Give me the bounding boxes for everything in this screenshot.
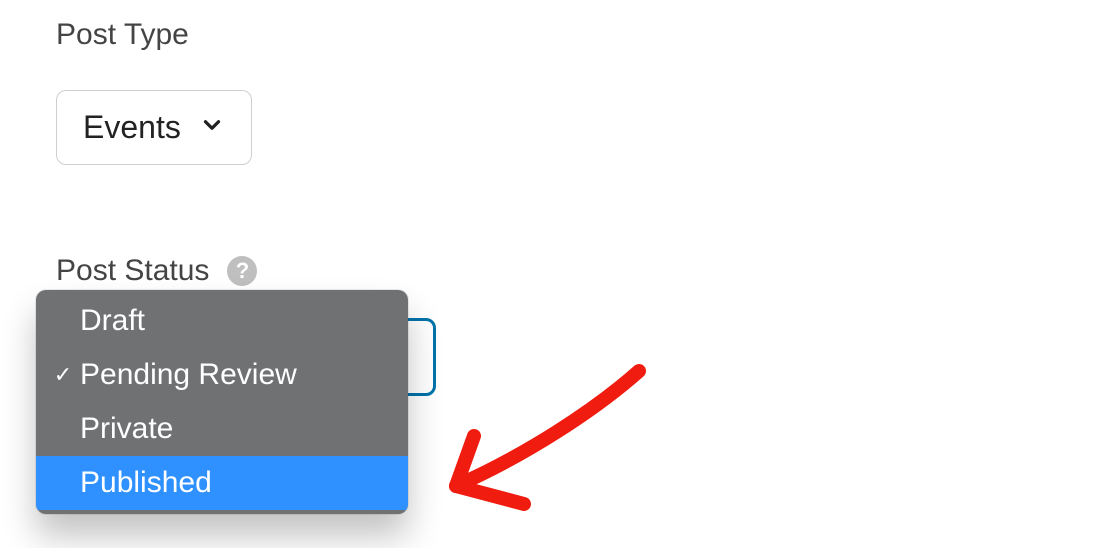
post-status-label-row: Post Status ?	[56, 254, 257, 288]
post-type-selected-value: Events	[83, 109, 181, 146]
post-status-option-draft[interactable]: Draft	[36, 294, 408, 348]
option-label: Draft	[76, 304, 145, 338]
option-label: Published	[76, 466, 212, 500]
post-type-label: Post Type	[56, 18, 189, 52]
post-status-label: Post Status	[56, 254, 209, 288]
post-type-select[interactable]: Events	[56, 90, 252, 165]
annotation-arrow-icon	[434, 356, 664, 526]
checkmark-icon: ✓	[50, 364, 76, 386]
post-status-option-pending-review[interactable]: ✓ Pending Review	[36, 348, 408, 402]
option-label: Private	[76, 412, 173, 446]
post-status-dropdown[interactable]: Draft ✓ Pending Review Private Published	[36, 290, 408, 514]
help-icon[interactable]: ?	[227, 256, 257, 286]
post-status-option-published[interactable]: Published	[36, 456, 408, 510]
option-label: Pending Review	[76, 358, 297, 392]
post-status-option-private[interactable]: Private	[36, 402, 408, 456]
chevron-down-icon	[199, 109, 225, 146]
